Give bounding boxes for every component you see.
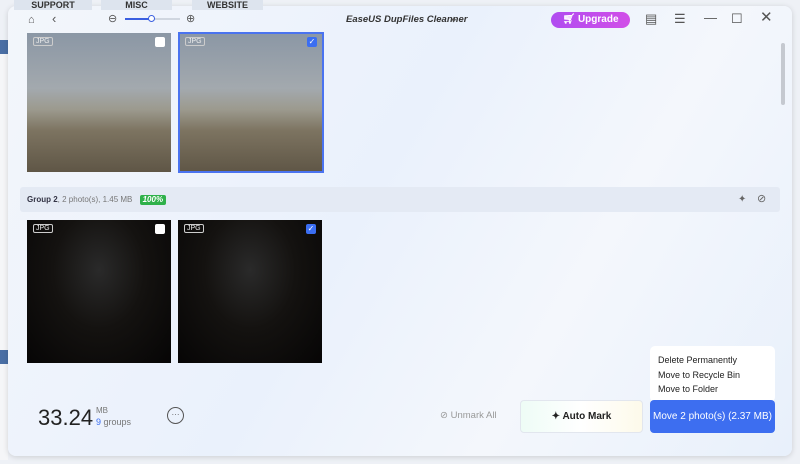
more-options-button[interactable]: ··· [167,407,184,424]
app-window: ⌂ ‹ ⊖ ⊕ EaseUS DupFiles Cleanner ✦ 🛒︎ Up… [8,6,792,456]
menu-item-move-to-folder[interactable]: Move to Folder [658,382,767,397]
similarity-badge: 100% [139,195,167,205]
photo-checkbox[interactable] [155,37,165,47]
menu-item-delete-permanently[interactable]: Delete Permanently [658,353,767,368]
maximize-icon[interactable]: ☐ [731,12,743,26]
auto-mark-button[interactable]: ✦ Auto Mark [520,400,643,433]
zoom-in-icon[interactable]: ⊕ [186,12,195,26]
unmark-all-label: Unmark All [450,410,497,421]
zoom-out-icon[interactable]: ⊖ [108,12,117,26]
bg-tab-support[interactable]: SUPPORT [14,0,92,10]
file-type-badge: JPG [33,37,53,46]
background-window-edge [0,40,8,460]
zoom-slider[interactable] [125,15,180,22]
photo-thumbnail[interactable]: JPG [27,220,171,363]
group-info: , 2 photo(s), 1.45 MB [57,195,133,204]
move-options-menu: Delete Permanently Move to Recycle Bin M… [650,346,775,402]
groups-label: groups [103,417,132,427]
cart-icon: 🛒︎ [562,14,578,25]
file-type-badge: JPG [184,224,204,233]
background-tabs: SUPPORT MISC WEBSITE [0,0,800,10]
groups-number: 9 [96,417,102,427]
menu-icon[interactable]: ☰ [674,12,686,26]
unmark-icon: ⊘ [440,410,451,421]
total-unit: MB [96,406,108,415]
minimize-icon[interactable]: — [704,11,717,25]
auto-mark-label: Auto Mark [562,411,612,422]
upgrade-button[interactable]: 🛒︎ Upgrade [551,12,630,28]
title-bar: ⌂ ‹ ⊖ ⊕ EaseUS DupFiles Cleanner ✦ 🛒︎ Up… [8,6,792,33]
auto-mark-group-icon[interactable]: ✦ [738,187,746,212]
feedback-icon[interactable]: ▤ [645,12,657,26]
photo-checkbox[interactable] [155,224,165,234]
group-name: Group 2 [27,195,58,204]
file-type-badge: JPG [185,37,205,46]
back-icon[interactable]: ‹ [52,12,56,26]
groups-count: 9 groups [96,417,131,427]
photo-checkbox-checked[interactable]: ✓ [306,224,316,234]
menu-item-move-to-recycle-bin[interactable]: Move to Recycle Bin [658,368,767,383]
sparkle-icon: ✦ [551,411,563,422]
group-header: Group 2, 2 photo(s), 1.45 MB 100% ✦ ⊘ [20,187,780,212]
unmark-group-icon[interactable]: ⊘ [757,187,766,212]
home-icon[interactable]: ⌂ [28,13,35,27]
total-size: 33.24 [38,405,94,430]
close-icon[interactable]: ✕ [760,10,773,25]
photo-thumbnail[interactable]: JPG [27,33,171,172]
unmark-all-button[interactable]: ⊘ Unmark All [440,410,497,421]
photo-checkbox-checked[interactable]: ✓ [307,37,317,47]
photo-thumbnail[interactable]: JPG ✓ [178,220,322,363]
file-type-badge: JPG [33,224,53,233]
photo-thumbnail[interactable]: JPG ✓ [178,32,324,173]
upgrade-label: Upgrade [577,14,619,25]
sparkle-icon: ✦ [450,15,458,25]
bg-tab-misc[interactable]: MISC [101,0,172,10]
scrollbar[interactable] [781,43,785,105]
move-photos-button[interactable]: Move 2 photo(s) (2.37 MB) [650,400,775,433]
bg-tab-website[interactable]: WEBSITE [192,0,263,10]
